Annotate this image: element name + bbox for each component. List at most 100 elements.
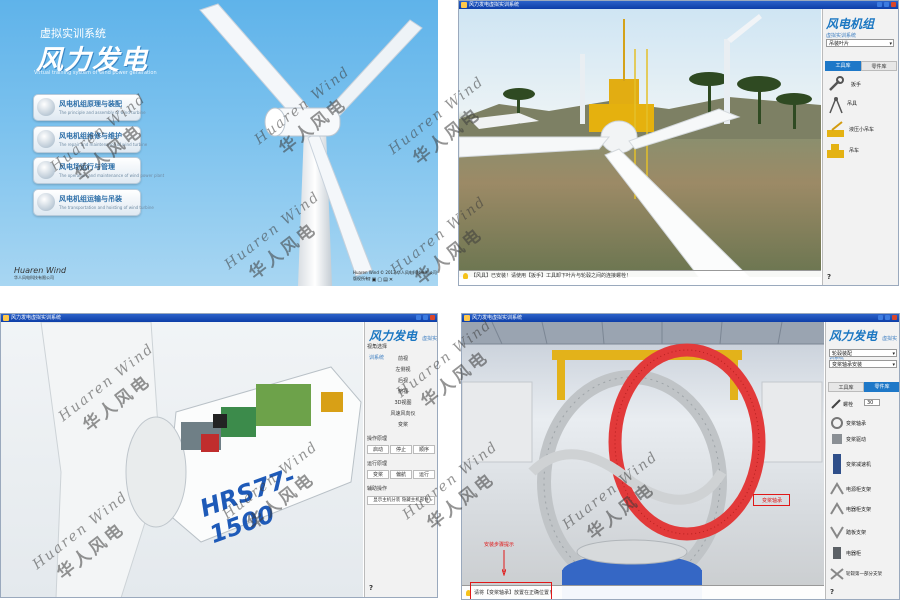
tool-label: 扳手 bbox=[851, 82, 862, 88]
maximize-icon[interactable] bbox=[884, 2, 889, 7]
show-hide-parts-button[interactable]: 显示主机分装 隐藏主机部件 bbox=[367, 496, 435, 505]
wrench-icon[interactable] bbox=[827, 75, 845, 93]
close-icon[interactable] bbox=[430, 315, 435, 320]
part-label: 电器柜支架 bbox=[846, 507, 872, 513]
section-view-heading: 视角选择 bbox=[367, 344, 388, 350]
run-button[interactable]: 运行 bbox=[413, 470, 435, 479]
stop-button[interactable]: 停止 bbox=[390, 445, 412, 454]
power-cabinet-bracket-icon[interactable] bbox=[830, 482, 844, 496]
minimize-icon[interactable] bbox=[877, 2, 882, 7]
tray-icons[interactable]: ?▣▢▤✕ bbox=[368, 277, 394, 283]
step-select-value: 变桨轴承安装 bbox=[832, 362, 863, 368]
menu-button-principle-assembly[interactable]: 风电机组原理与装配 The principle and assembly of … bbox=[33, 94, 146, 121]
company-logo-cn: 华人风电科技有限公司 bbox=[14, 275, 54, 280]
sling-icon[interactable] bbox=[827, 97, 845, 115]
part-label: 踏板支架 bbox=[846, 530, 867, 536]
hint-bulb-icon bbox=[463, 272, 468, 279]
3d-viewport[interactable]: HRS77-1500 bbox=[1, 322, 363, 597]
menu-button-transport-hoisting[interactable]: 风电机组运输与吊装 The transportation and hoistin… bbox=[33, 189, 154, 216]
section-run-heading: 运行原理 bbox=[367, 461, 388, 467]
menu-button-label: 风电场运行与管理 bbox=[59, 163, 115, 171]
company-logo-text: Huaren Wind bbox=[14, 266, 67, 275]
electric-cabinet-bracket-icon[interactable] bbox=[830, 502, 844, 516]
electric-cabinet-icon[interactable] bbox=[830, 546, 844, 560]
menu-button-label: 风电机组维修与维护 bbox=[59, 132, 122, 140]
brand-title: 风电机组 bbox=[826, 17, 875, 31]
hub-assembly-scene bbox=[462, 322, 824, 599]
main-menu-screen: 虚拟实训系统 风力发电 Virtual training system of w… bbox=[0, 0, 438, 286]
small-crane-icon[interactable] bbox=[826, 121, 846, 139]
view-3d[interactable]: 3D视图 bbox=[373, 399, 433, 406]
hint-text: 【风具】已安装！请使用【扳手】工具卸下叶片与轮毂之间的连接螺栓！ bbox=[471, 273, 632, 279]
maximize-icon[interactable] bbox=[885, 315, 890, 320]
pedal-bracket-icon[interactable] bbox=[830, 525, 844, 539]
assembly-select-value: 轮毂装配 bbox=[832, 351, 853, 357]
tool-label: 吊具 bbox=[847, 101, 858, 107]
pitch-bearing-icon[interactable] bbox=[830, 416, 844, 430]
pitch-drive-icon[interactable] bbox=[830, 432, 844, 446]
task-select[interactable]: 吊装叶片 ▾ bbox=[826, 39, 894, 47]
view-pitch[interactable]: 变桨 bbox=[373, 421, 433, 428]
tool-sidebar: 风电机组 虚拟实训系统 吊装叶片 ▾ 工具库 零件库 扳手 吊具 液压小吊车 吊车… bbox=[822, 9, 898, 285]
sequence-button[interactable]: 顺序 bbox=[413, 445, 435, 454]
view-top[interactable]: 俯视 bbox=[373, 388, 433, 395]
menu-button-repair-maintenance[interactable]: 风电机组维修与维护 The repair and maintenance of … bbox=[33, 126, 147, 153]
close-icon[interactable] bbox=[892, 315, 897, 320]
chevron-down-icon: ▾ bbox=[889, 41, 892, 47]
close-icon[interactable] bbox=[891, 2, 896, 7]
step-select[interactable]: 变桨轴承安装 ▾ bbox=[829, 360, 897, 368]
minimize-icon[interactable] bbox=[416, 315, 421, 320]
copyright-text: Huaren Wind © 2013 华人风电科技有限公司版权所有 bbox=[353, 270, 437, 281]
pitch-button[interactable]: 变桨 bbox=[367, 470, 389, 479]
app-icon bbox=[3, 315, 9, 321]
window-title: 风力发电虚拟实训系统 bbox=[469, 2, 520, 8]
help-icon[interactable]: ? bbox=[830, 588, 834, 596]
help-icon[interactable]: ? bbox=[827, 273, 831, 281]
help-icon[interactable]: ? bbox=[369, 584, 373, 592]
crane-truck-icon[interactable] bbox=[826, 142, 846, 160]
nacelle-window: 风力发电虚拟实训系统 HRS77-1500 风力发电 虚拟实训系统 视角选择 前… bbox=[0, 313, 438, 598]
3d-viewport[interactable] bbox=[459, 9, 821, 277]
3d-viewport[interactable]: 安装步骤提示 变桨轴承 bbox=[462, 322, 824, 599]
start-button[interactable]: 启动 bbox=[367, 445, 389, 454]
minimize-icon[interactable] bbox=[878, 315, 883, 320]
yaw-button[interactable]: 偏航 bbox=[390, 470, 412, 479]
hub-bracket-icon[interactable] bbox=[830, 567, 844, 581]
menu-button-english: The repair and maintenance of wind turbi… bbox=[59, 142, 148, 147]
hint-highlight-box bbox=[470, 582, 552, 599]
hub-assembly-window: 风力发电虚拟实训系统 安装步骤提示 变桨轴承 请将【变桨轴承】放置在正确位置！ … bbox=[461, 313, 900, 600]
tool-label: 液压小吊车 bbox=[849, 127, 875, 133]
hint-bar: 【风具】已安装！请使用【扳手】工具卸下叶片与轮毂之间的连接螺栓！ bbox=[459, 270, 821, 282]
company-logo: Huaren Wind 华人风电科技有限公司 bbox=[14, 266, 66, 281]
tab-tools[interactable]: 工具库 bbox=[825, 61, 861, 71]
part-label: 轮毂第一部分支架 bbox=[846, 572, 882, 577]
brand-title: 风力发电 bbox=[369, 329, 418, 343]
step-hint-callout: 安装步骤提示 bbox=[484, 542, 515, 548]
menu-button-english: The transportation and hoisting of wind … bbox=[59, 205, 154, 210]
bolt-icon[interactable] bbox=[830, 398, 842, 410]
brand-title: 风力发电 bbox=[829, 329, 878, 343]
view-front[interactable]: 前视 bbox=[373, 355, 433, 362]
part-label: 变桨驱动 bbox=[846, 437, 867, 443]
menu-bullet-icon bbox=[37, 98, 55, 116]
menu-button-english: The operation and maintenance of wind po… bbox=[59, 173, 165, 178]
quantity-stepper[interactable]: 30 bbox=[864, 399, 880, 406]
target-position-marker bbox=[753, 494, 790, 506]
window-titlebar: 风力发电虚拟实训系统 bbox=[1, 314, 437, 322]
view-left[interactable]: 左侧视 bbox=[373, 366, 433, 373]
tab-parts[interactable]: 零件库 bbox=[864, 382, 899, 392]
part-label: 电器柜 bbox=[846, 551, 862, 557]
menu-button-operation-management[interactable]: 风电场运行与管理 The operation and maintenance o… bbox=[33, 157, 164, 184]
window-title: 风力发电虚拟实训系统 bbox=[472, 315, 523, 321]
sidebar-brand: 风电机组 虚拟实训系统 bbox=[826, 13, 874, 39]
tab-parts[interactable]: 零件库 bbox=[861, 61, 897, 71]
maximize-icon[interactable] bbox=[423, 315, 428, 320]
app-icon bbox=[461, 2, 467, 8]
view-anemometer[interactable]: 风速风向仪 bbox=[373, 410, 433, 417]
reducer-icon[interactable] bbox=[830, 454, 844, 474]
tab-tools[interactable]: 工具库 bbox=[828, 382, 864, 392]
menu-bullet-icon bbox=[37, 193, 55, 211]
library-tabs: 工具库 零件库 bbox=[825, 61, 897, 71]
assembly-select[interactable]: 轮毂装配 ▾ bbox=[829, 349, 897, 357]
view-back[interactable]: 后视 bbox=[373, 377, 433, 384]
